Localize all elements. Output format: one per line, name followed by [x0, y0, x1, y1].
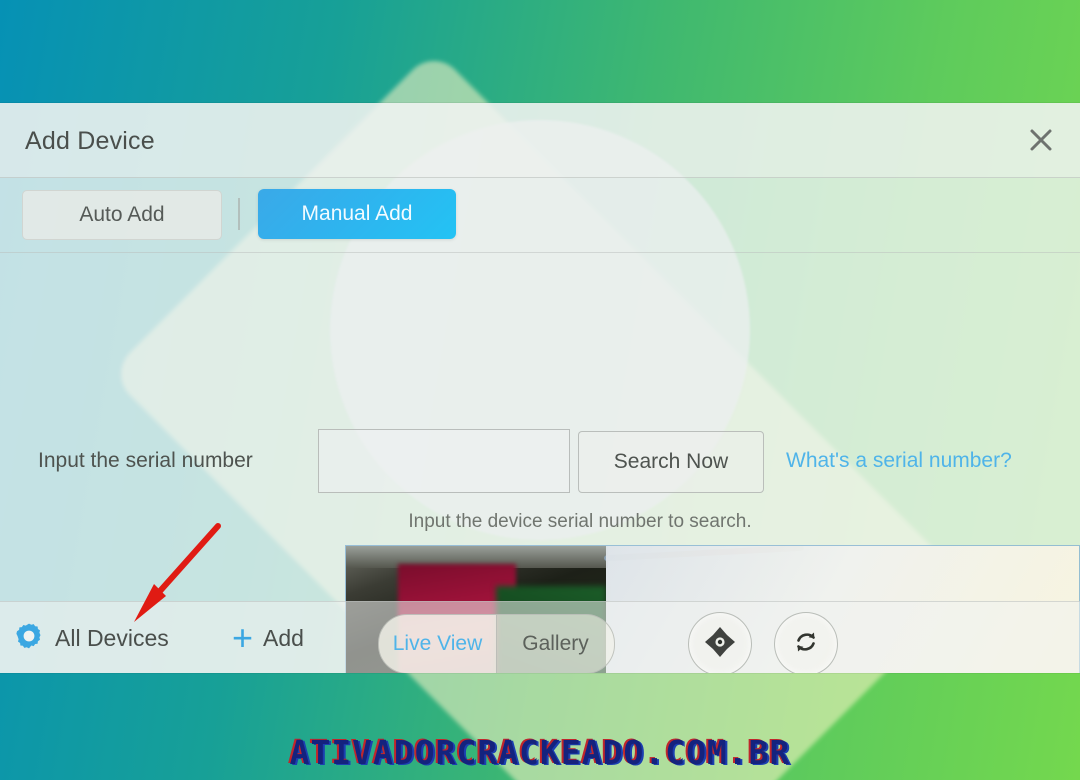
tab-gallery[interactable]: Gallery — [496, 615, 614, 673]
search-now-label: Search Now — [613, 450, 729, 473]
serial-number-hint: Input the device serial number to search… — [408, 511, 752, 532]
what-is-serial-number-link[interactable]: What's a serial number? — [786, 449, 1012, 473]
all-devices-button[interactable]: All Devices — [14, 618, 169, 658]
tab-manual-add-label: Manual Add — [301, 202, 413, 225]
search-now-button[interactable]: Search Now — [578, 431, 764, 493]
site-watermark: ATIVADORCRACKEADO.COM.BR — [289, 733, 791, 772]
dialog-tabs: Auto Add Manual Add — [0, 178, 1080, 253]
add-button[interactable]: + Add — [232, 618, 304, 658]
dialog-footer: All Devices + Add Live View Gallery — [0, 601, 1080, 673]
refresh-icon — [790, 626, 822, 663]
dialog-titlebar: Add Device — [0, 103, 1080, 178]
serial-number-label: Input the serial number — [38, 449, 253, 472]
tab-auto-add-label: Auto Add — [79, 203, 165, 226]
tab-gallery-label: Gallery — [522, 632, 589, 655]
tab-live-view-label: Live View — [392, 632, 483, 655]
tab-auto-add[interactable]: Auto Add — [22, 190, 222, 240]
add-device-dialog: Add Device Auto Add Manual Add Input the… — [0, 103, 1080, 673]
close-icon — [1027, 126, 1055, 154]
serial-number-input[interactable] — [318, 429, 570, 493]
page-title: Add Device — [25, 127, 155, 155]
add-button-label: Add — [263, 624, 304, 651]
all-devices-label: All Devices — [55, 624, 169, 651]
ptz-icon — [703, 625, 737, 664]
tab-separator — [238, 198, 240, 230]
gear-icon — [14, 621, 44, 656]
close-button[interactable] — [1016, 117, 1066, 163]
tab-manual-add[interactable]: Manual Add — [258, 189, 456, 239]
ptz-control-button[interactable] — [688, 612, 752, 673]
refresh-button[interactable] — [774, 612, 838, 673]
plus-icon: + — [232, 617, 254, 658]
view-mode-segmented-control: Live View Gallery — [378, 614, 615, 673]
tab-live-view[interactable]: Live View — [379, 615, 496, 673]
